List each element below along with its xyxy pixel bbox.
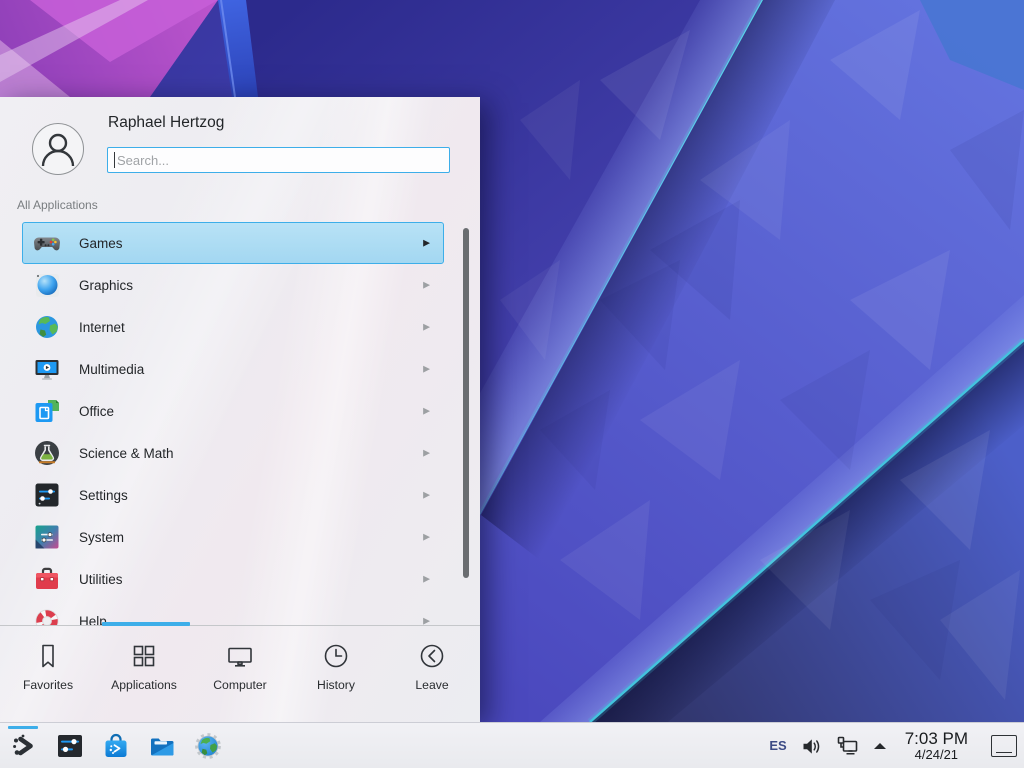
- show-desktop-button[interactable]: [991, 735, 1017, 757]
- submenu-arrow-icon: ▶: [423, 280, 430, 291]
- keyboard-layout-indicator[interactable]: ES: [769, 738, 786, 753]
- category-system[interactable]: System ▶: [22, 516, 444, 558]
- active-task-indicator: [8, 726, 38, 729]
- clock-time: 7:03 PM: [905, 730, 968, 748]
- taskbar: ES 7:03 PM 4/24/21: [0, 722, 1024, 768]
- file-manager-icon[interactable]: [148, 732, 176, 760]
- submenu-arrow-icon: ▶: [423, 574, 430, 585]
- category-settings[interactable]: Settings ▶: [22, 474, 444, 516]
- favorites-icon: [33, 641, 63, 671]
- search-input[interactable]: [107, 147, 450, 173]
- tab-favorites[interactable]: Favorites: [0, 626, 96, 722]
- desktop: Raphael Hertzog All Applications Games ▶…: [0, 0, 1024, 768]
- settings-icon: [33, 481, 61, 509]
- system-settings-icon[interactable]: [56, 732, 84, 760]
- category-list: Games ▶ Graphics ▶ Internet ▶ Multimedia…: [0, 222, 480, 625]
- kickoff-icon[interactable]: [10, 732, 38, 760]
- office-icon: [33, 397, 61, 425]
- tab-applications[interactable]: Applications: [96, 626, 192, 722]
- submenu-arrow-icon: ▶: [423, 238, 430, 249]
- utilities-icon: [33, 565, 61, 593]
- user-name: Raphael Hertzog: [108, 114, 224, 132]
- games-icon: [33, 229, 61, 257]
- discover-icon[interactable]: [102, 732, 130, 760]
- history-icon: [321, 641, 351, 671]
- system-tray: ES 7:03 PM 4/24/21: [769, 730, 1024, 762]
- taskbar-launchers: [0, 723, 222, 768]
- web-browser-icon[interactable]: [194, 732, 222, 760]
- category-help[interactable]: Help ▶: [22, 600, 444, 625]
- submenu-arrow-icon: ▶: [423, 406, 430, 417]
- category-multimedia[interactable]: Multimedia ▶: [22, 348, 444, 390]
- computer-icon: [225, 641, 255, 671]
- submenu-arrow-icon: ▶: [423, 532, 430, 543]
- science-icon: [33, 439, 61, 467]
- category-games[interactable]: Games ▶: [22, 222, 444, 264]
- tab-history[interactable]: History: [288, 626, 384, 722]
- search-field[interactable]: [107, 147, 450, 173]
- category-science-math[interactable]: Science & Math ▶: [22, 432, 444, 474]
- tab-computer[interactable]: Computer: [192, 626, 288, 722]
- volume-icon[interactable]: [800, 735, 822, 757]
- scrollbar-thumb[interactable]: [463, 228, 469, 578]
- category-internet[interactable]: Internet ▶: [22, 306, 444, 348]
- multimedia-icon: [33, 355, 61, 383]
- submenu-arrow-icon: ▶: [423, 364, 430, 375]
- network-icon[interactable]: [835, 735, 859, 757]
- launcher-tabbar: Favorites Applications Computer History …: [0, 626, 480, 722]
- category-utilities[interactable]: Utilities ▶: [22, 558, 444, 600]
- person-icon: [33, 124, 83, 174]
- submenu-arrow-icon: ▶: [423, 490, 430, 501]
- expand-tray-icon[interactable]: [872, 739, 888, 752]
- submenu-arrow-icon: ▶: [423, 616, 430, 626]
- tab-leave[interactable]: Leave: [384, 626, 480, 722]
- leave-icon: [417, 641, 447, 671]
- help-icon: [33, 607, 61, 625]
- submenu-arrow-icon: ▶: [423, 322, 430, 333]
- section-label: All Applications: [17, 198, 98, 212]
- category-office[interactable]: Office ▶: [22, 390, 444, 432]
- submenu-arrow-icon: ▶: [423, 448, 430, 459]
- applications-icon: [129, 641, 159, 671]
- user-avatar[interactable]: [32, 123, 84, 175]
- internet-icon: [33, 313, 61, 341]
- clock-date: 4/24/21: [915, 748, 958, 762]
- digital-clock[interactable]: 7:03 PM 4/24/21: [905, 730, 968, 762]
- graphics-icon: [33, 271, 61, 299]
- text-cursor: [114, 152, 115, 168]
- system-icon: [33, 523, 61, 551]
- application-launcher: Raphael Hertzog All Applications Games ▶…: [0, 97, 480, 722]
- category-graphics[interactable]: Graphics ▶: [22, 264, 444, 306]
